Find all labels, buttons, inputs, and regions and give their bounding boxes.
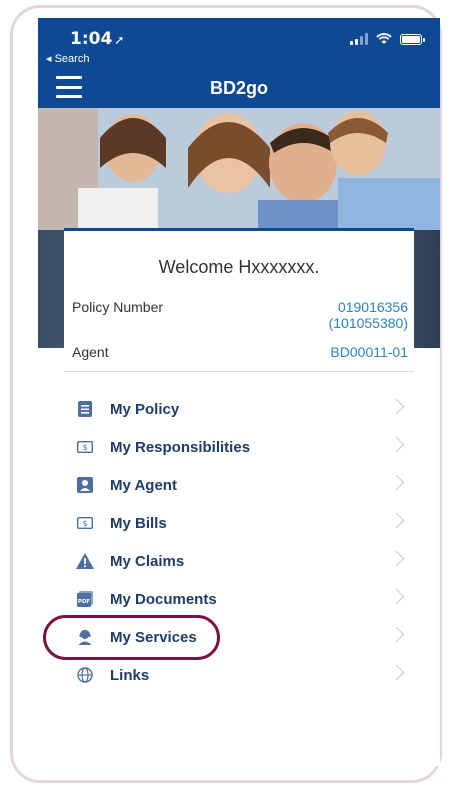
my-services-highlight-annotation <box>43 615 220 660</box>
chevron-right-icon <box>388 588 405 605</box>
divider <box>64 371 414 372</box>
menu-label: My Documents <box>110 590 217 608</box>
account-card: Welcome Hxxxxxxx. Policy Number 01901635… <box>64 228 414 766</box>
menu-item-my-bills[interactable]: $ My Bills <box>64 504 414 542</box>
family-photo-illustration <box>38 108 440 230</box>
policy-number-label: Policy Number <box>72 299 164 315</box>
chevron-right-icon <box>388 512 405 529</box>
menu-label: My Claims <box>110 552 185 570</box>
document-icon <box>76 400 94 418</box>
menu-item-my-policy[interactable]: My Policy <box>64 390 414 428</box>
menu-item-my-agent[interactable]: My Agent <box>64 466 414 504</box>
menu-label: My Agent <box>110 476 177 494</box>
location-arrow-icon: ➚ <box>114 33 125 47</box>
policy-number-link[interactable]: 019016356 (101055380) <box>329 299 408 331</box>
dollar-bill-icon: $ <box>76 514 94 532</box>
status-bar: 1:04 ➚ ◂ Search <box>38 18 440 68</box>
agent-code-link[interactable]: BD00011-01 <box>330 344 408 360</box>
agent-label: Agent <box>72 344 109 360</box>
menu-label: My Bills <box>110 514 167 532</box>
welcome-message: Welcome Hxxxxxxx. <box>158 257 320 277</box>
app-title: BD2go <box>210 78 268 98</box>
policy-number-secondary: (101055380) <box>328 315 408 331</box>
wifi-icon <box>376 33 392 44</box>
status-icons <box>350 33 425 45</box>
chevron-right-icon <box>388 550 405 567</box>
globe-icon <box>76 666 94 684</box>
chevron-right-icon <box>388 626 405 643</box>
chevron-right-icon <box>388 474 405 491</box>
svg-text:PDF: PDF <box>78 599 91 605</box>
svg-text:$: $ <box>82 443 87 452</box>
menu-item-my-responsibilities[interactable]: $ My Responsibilities <box>64 428 414 466</box>
menu-label: My Policy <box>110 400 180 418</box>
svg-text:$: $ <box>82 519 87 528</box>
pdf-icon: PDF <box>76 590 94 608</box>
person-card-icon <box>76 476 94 494</box>
cellular-signal-icon <box>350 33 368 45</box>
menu-item-my-claims[interactable]: My Claims <box>64 542 414 580</box>
chevron-right-icon <box>388 664 405 681</box>
battery-icon <box>400 33 425 45</box>
back-to-search-link[interactable]: ◂ Search <box>46 52 89 65</box>
dollar-bill-icon: $ <box>76 438 94 456</box>
menu-label: My Responsibilities <box>110 438 251 456</box>
hero-family-photo <box>38 108 440 230</box>
menu-item-my-documents[interactable]: PDF My Documents <box>64 580 414 618</box>
menu-item-links[interactable]: Links <box>64 656 414 694</box>
warning-icon <box>76 552 94 570</box>
chevron-right-icon <box>388 436 405 453</box>
menu-label: Links <box>110 666 150 684</box>
policy-number-primary: 019016356 <box>337 299 408 315</box>
app-navbar: BD2go <box>38 68 440 108</box>
status-time: 1:04 ➚ <box>70 29 125 49</box>
chevron-right-icon <box>388 398 405 415</box>
